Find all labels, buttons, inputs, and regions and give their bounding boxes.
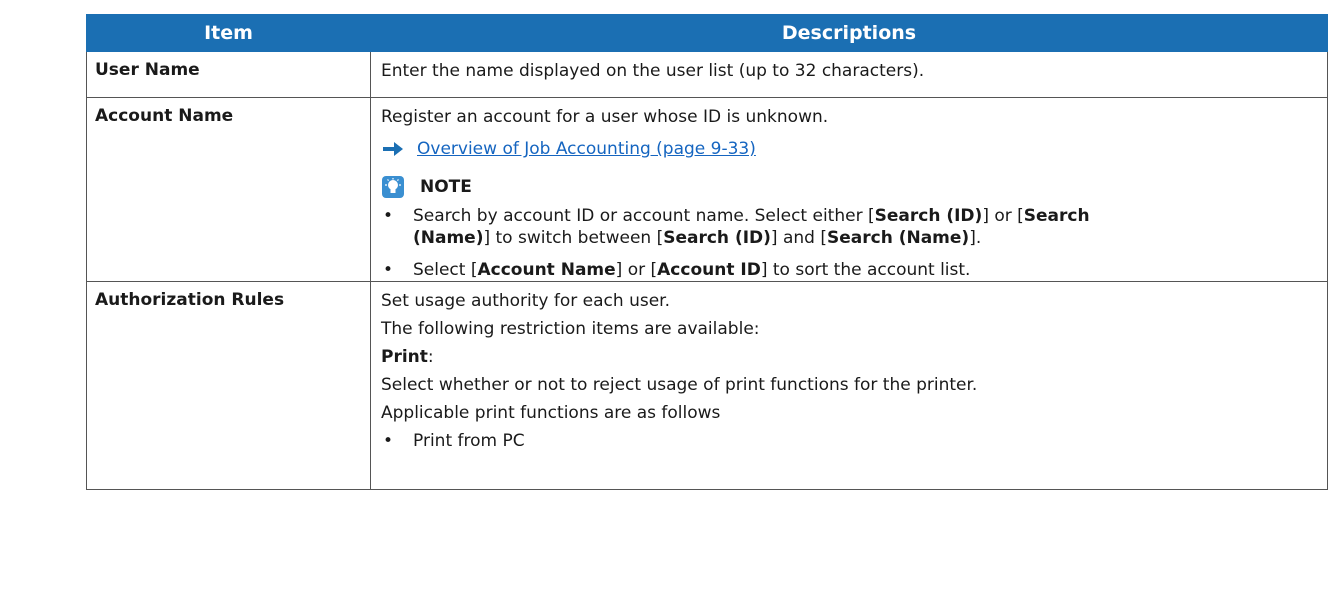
description-text: Register an account for a user whose ID … <box>381 107 829 127</box>
bullet-text: Print from PC <box>413 431 525 451</box>
item-cell: Account Name <box>86 97 371 282</box>
note-heading: NOTE <box>381 172 1317 202</box>
header-item: Item <box>86 14 371 52</box>
note-bullet-sort: • Select [Account Name] or [Account ID] … <box>381 259 1317 281</box>
lightbulb-note-icon <box>382 176 404 198</box>
description-cell: Register an account for a user whose ID … <box>370 97 1328 282</box>
description-text: Applicable print functions are as follow… <box>381 403 721 423</box>
note-text: Search by account ID or account name. Se… <box>413 206 1090 248</box>
bullet-marker: • <box>383 431 394 451</box>
item-cell: User Name <box>86 51 371 98</box>
settings-table: Item Descriptions User Name Enter the na… <box>86 14 1328 490</box>
description-cell: Enter the name displayed on the user lis… <box>370 51 1328 98</box>
header-descriptions: Descriptions <box>370 14 1328 52</box>
item-cell: Authorization Rules <box>86 281 371 490</box>
description-text: Set usage authority for each user. <box>381 291 670 311</box>
bullet-marker: • <box>383 260 394 280</box>
note-bullet-search: • Search by account ID or account name. … <box>381 205 1317 249</box>
table-header-row: Item Descriptions <box>86 14 1328 52</box>
note-title: NOTE <box>420 177 472 197</box>
job-accounting-link[interactable]: Overview of Job Accounting (page 9-33) <box>417 139 756 159</box>
description-cell: Set usage authority for each user. The f… <box>370 281 1328 490</box>
right-arrow-icon <box>383 141 403 157</box>
table-row-user-name: User Name Enter the name displayed on th… <box>86 51 1328 98</box>
bullet-marker: • <box>383 206 394 226</box>
note-text: Select [Account Name] or [Account ID] to… <box>413 260 971 280</box>
description-text: Enter the name displayed on the user lis… <box>381 61 925 81</box>
description-text: Select whether or not to reject usage of… <box>381 375 978 395</box>
print-function-bullet: • Print from PC <box>381 430 1317 452</box>
print-heading: Print: <box>381 347 434 367</box>
description-text: The following restriction items are avai… <box>381 319 760 339</box>
table-row-account-name: Account Name Register an account for a u… <box>86 97 1328 282</box>
table-row-authorization-rules: Authorization Rules Set usage authority … <box>86 281 1328 490</box>
reference-link-row: Overview of Job Accounting (page 9-33) <box>381 136 1317 162</box>
manual-page: Item Descriptions User Name Enter the na… <box>0 0 1340 610</box>
